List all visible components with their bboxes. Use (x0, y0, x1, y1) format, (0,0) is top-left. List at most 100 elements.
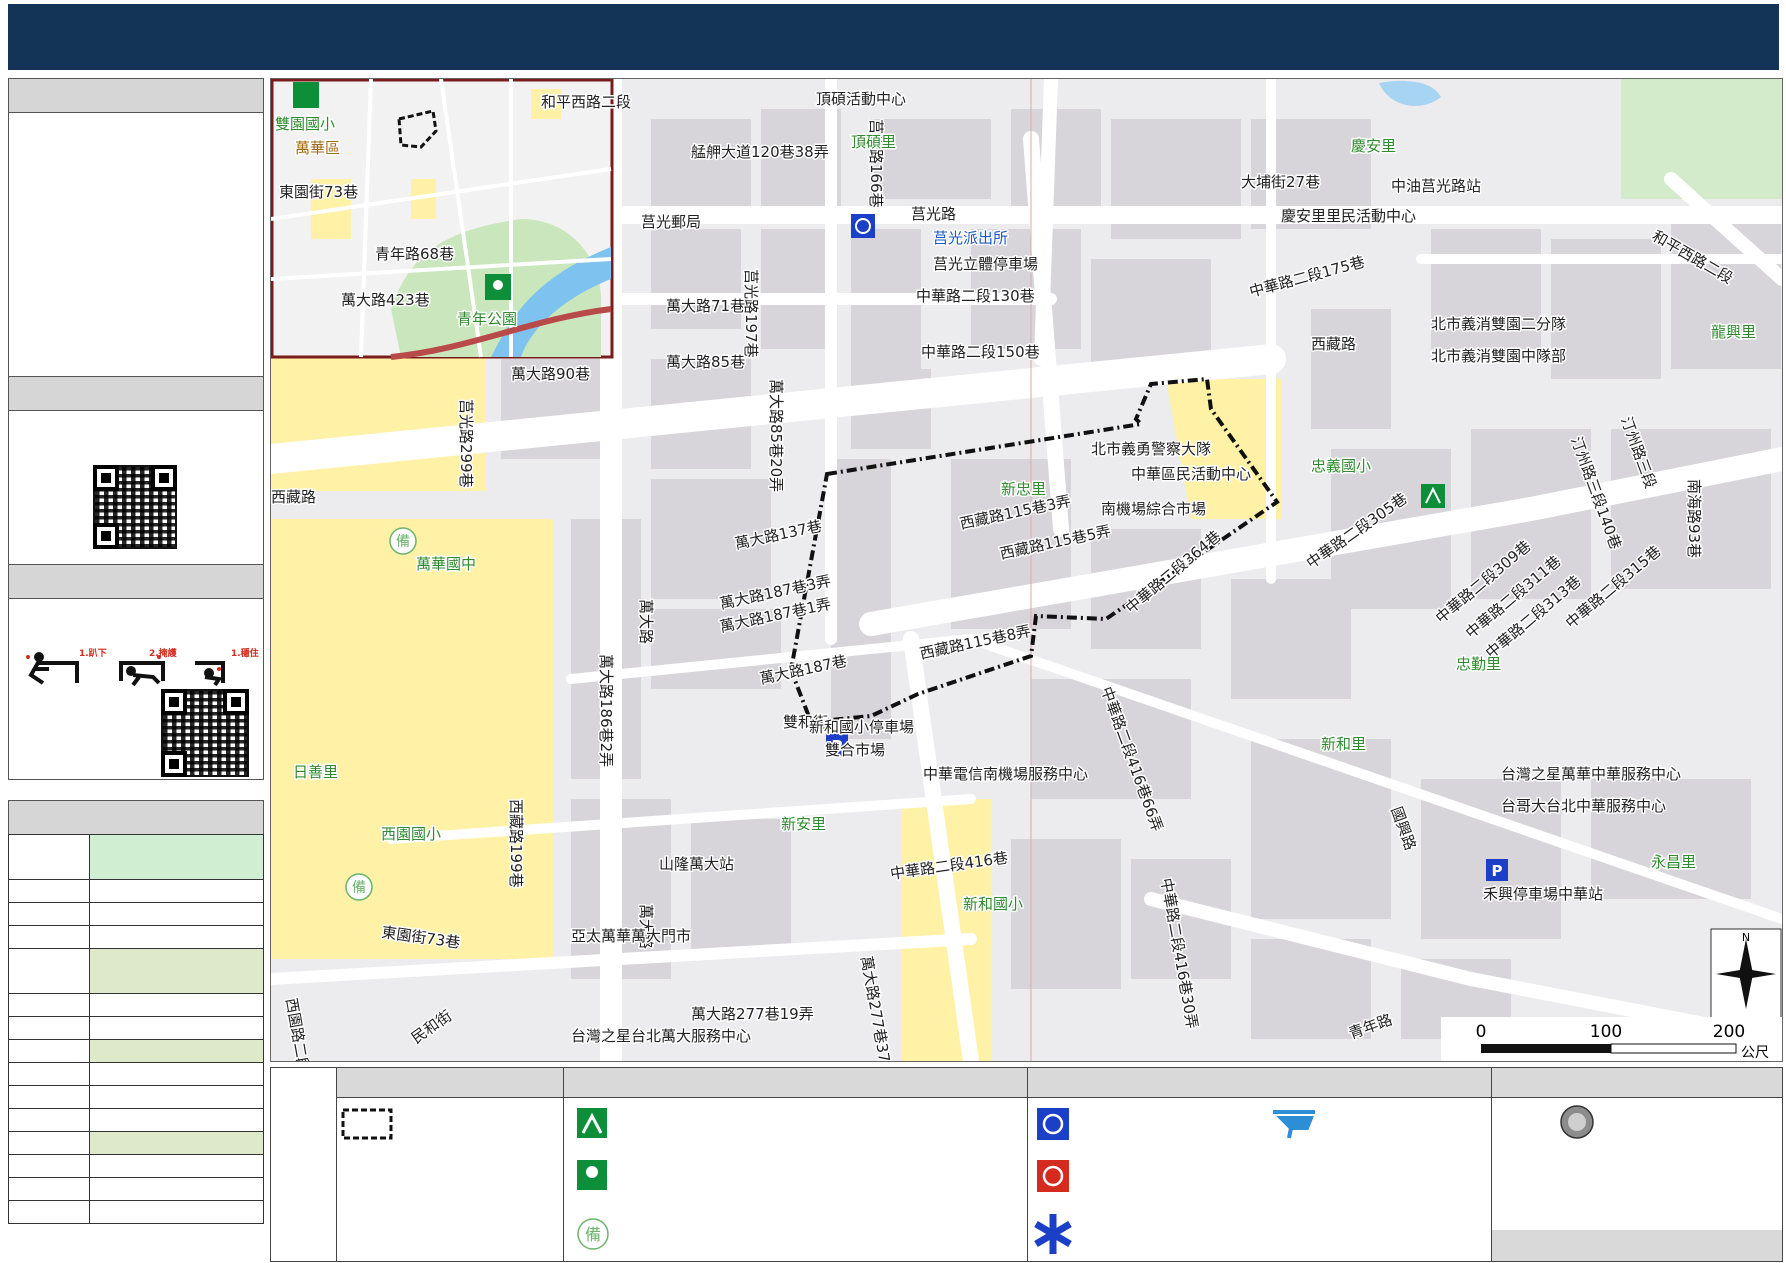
police-station-icon[interactable] (851, 214, 875, 238)
inset-street-label: 和平西路二段 (541, 93, 631, 111)
sidebar-section-header (8, 376, 264, 411)
sidebar-section-header (8, 800, 264, 835)
map-label: 頂碩里 (851, 133, 896, 151)
map-label: 莒光立體停車場 (933, 255, 1038, 273)
svg-text:100: 100 (1590, 1022, 1622, 1042)
reserve-shelter-icon: 備 (577, 1218, 609, 1250)
map-label: 新忠里 (1001, 480, 1046, 498)
qr-code[interactable] (93, 465, 177, 549)
svg-text:備: 備 (352, 880, 366, 896)
map-label: 忠義國小 (1311, 457, 1371, 475)
cover-figure-icon (119, 655, 165, 687)
map-label: 龍興里 (1711, 323, 1756, 341)
inset-street-label: 青年路68巷 (375, 245, 454, 263)
inset-street-label: 東園街73巷 (279, 183, 358, 201)
table-row (8, 948, 264, 994)
map-label: 西藏路 (1311, 335, 1356, 353)
inset-label-wanhua: 萬華區 (295, 139, 340, 157)
inset-label-youth-park: 青年公園 (457, 310, 517, 328)
map-view[interactable]: P P 備 備 頂碩活動中心 莒光路166巷 頂碩里 艋舺大道120巷38弄 莒光郵局莒… (270, 78, 1783, 1062)
map-label: 萬大路85巷20弄 (767, 379, 785, 492)
table-row (8, 1085, 264, 1109)
reserve-shelter-icon[interactable]: 備 (389, 527, 417, 555)
map-label: 萬大路90巷 (511, 365, 590, 383)
inset-street-label: 萬大路423巷 (341, 291, 430, 309)
table-row (8, 993, 264, 1017)
legend-footer-cell (1492, 1230, 1782, 1261)
north-label: N (1742, 931, 1750, 944)
table-row (8, 1016, 264, 1040)
sidebar: 1.趴下 2.掩護 1.穩住 (8, 78, 264, 1260)
map-label: 艋舺大道120巷38弄 (691, 143, 829, 161)
map-label: 萬華國中 (416, 555, 476, 573)
svg-text:P: P (1492, 862, 1503, 880)
map-label: 北市義消雙園中隊部 (1431, 347, 1566, 365)
map-label: 忠勤里 (1456, 655, 1501, 673)
table-row (8, 1177, 264, 1201)
inset-map[interactable]: 雙園國小 萬華區 青年公園 青年路68巷 萬大路423巷 東園街73巷 和平西路… (271, 79, 633, 360)
medical-star-icon (1034, 1214, 1072, 1254)
reserve-shelter-icon[interactable]: 備 (345, 873, 373, 901)
svg-text:備: 備 (396, 534, 410, 550)
table-row (8, 1200, 264, 1224)
map-label: 西藏路 (271, 488, 316, 506)
table-row (8, 1039, 264, 1063)
legend: 備 (270, 1067, 1783, 1262)
svg-text:0: 0 (1476, 1022, 1487, 1042)
svg-text:備: 備 (585, 1225, 601, 1244)
inset-label-shuangyuan: 雙園國小 (275, 115, 335, 133)
map-label: 台灣之星台北萬大服務中心 (571, 1027, 751, 1045)
shelter-icon (577, 1108, 607, 1138)
cover-label: 2.掩護 (149, 647, 178, 659)
table-row (8, 1154, 264, 1178)
hold-figure-icon (195, 661, 225, 687)
parking-icon[interactable]: P (1486, 859, 1508, 881)
map-label: 莒光路 (911, 205, 956, 223)
title-bar (8, 4, 1779, 70)
map-label: 新安里 (781, 815, 826, 833)
map-label: 中華區民活動中心 (1131, 465, 1251, 483)
map-label: 南海路93巷 (1685, 479, 1703, 558)
map-label: 亞太萬華萬大門市 (571, 927, 691, 945)
map-label: 新和里 (1321, 735, 1366, 753)
legend-icons: 備 (341, 1105, 1782, 1261)
map-label: 萬大路71巷 (666, 297, 745, 315)
map-label: 中華電信南機場服務中心 (923, 765, 1088, 783)
street-map[interactable]: P P 備 備 頂碩活動中心莒光路166巷頂碩里艋舺大道120巷38弄莒光郵局莒… (271, 79, 1782, 1061)
map-label: 台灣之星萬華中華服務中心 (1501, 765, 1681, 783)
park-area (1621, 79, 1782, 199)
map-label: 西園國小 (381, 825, 441, 843)
hold-label: 1.穩住 (231, 647, 259, 659)
table-row (8, 879, 264, 903)
map-label: 中油莒光路站 (1391, 177, 1481, 195)
map-label: 大埔街27巷 (1241, 173, 1320, 191)
drop-label: 1.趴下 (79, 648, 107, 659)
map-label: 新和國小停車場 (809, 718, 914, 736)
map-label: 莒光派出所 (933, 229, 1008, 247)
school-shelter-icon[interactable] (1421, 484, 1445, 508)
map-label: 慶安里里民活動中心 (1281, 207, 1416, 225)
helicopter-icon (1273, 1110, 1315, 1139)
map-label: 莒光路299巷 (457, 399, 475, 488)
map-label: 南機場綜合市場 (1101, 500, 1206, 518)
qr-code[interactable] (161, 689, 249, 777)
table-row (8, 925, 264, 949)
boundary-dashed-icon (341, 1108, 393, 1140)
scale-bar: 0 100 200 公尺 (1441, 1017, 1782, 1061)
table-row (8, 834, 264, 880)
map-label: 中華路二段150巷 (921, 343, 1040, 361)
map-label: 頂碩活動中心 (816, 90, 906, 108)
map-label: 雙合市場 (825, 741, 885, 759)
qr-box (8, 410, 264, 566)
map-label: 新和國小 (963, 895, 1023, 913)
police-icon (1037, 1108, 1069, 1140)
map-label: 莒光郵局 (641, 213, 701, 231)
map-label: 山隆萬大站 (659, 855, 734, 873)
fire-dept-icon (1037, 1160, 1069, 1192)
sidebar-section-header (8, 78, 264, 113)
svg-text:200: 200 (1713, 1022, 1745, 1042)
svg-text:公尺: 公尺 (1741, 1045, 1769, 1061)
table-row (8, 902, 264, 926)
map-label: 萬大路 (637, 599, 655, 644)
map-label: 萬大路186巷2弄 (597, 654, 615, 767)
